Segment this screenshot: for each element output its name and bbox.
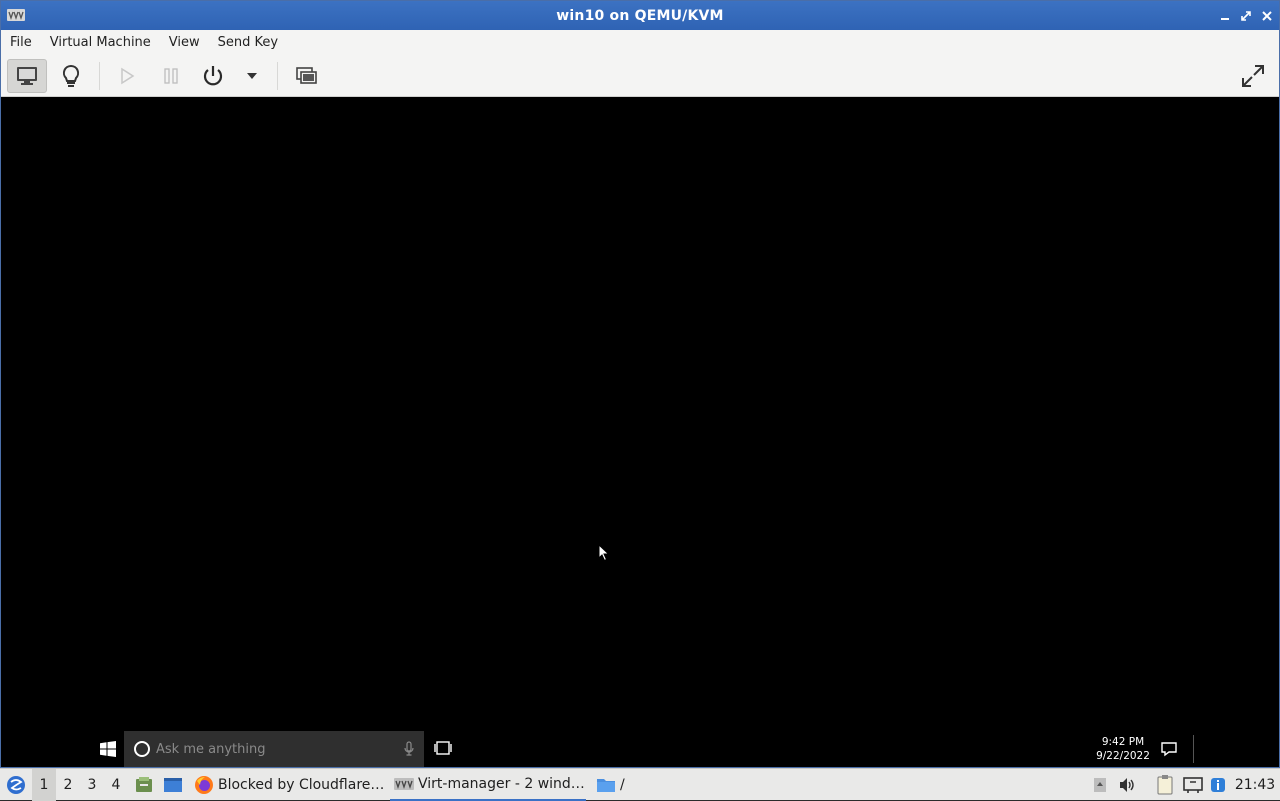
host-panel: 1 2 3 4 Blocked by Cloudflare… Virt-mana…: [0, 768, 1280, 801]
show-desktop-divider[interactable]: [1193, 735, 1194, 763]
console-icon: [17, 67, 37, 85]
app-menu-icon: [7, 776, 25, 794]
firefox-icon: [195, 776, 213, 794]
workspace-1[interactable]: 1: [32, 769, 56, 801]
updates-button[interactable]: [1208, 769, 1228, 801]
pause-button[interactable]: [151, 59, 191, 93]
windows-logo-icon: [100, 741, 116, 757]
network-button[interactable]: [1182, 769, 1204, 801]
guest-time: 9:42 PM: [1101, 736, 1145, 748]
virt-manager-icon: [7, 9, 25, 21]
run-button[interactable]: [107, 59, 147, 93]
file-manager-icon: [136, 777, 152, 792]
cortana-icon: [134, 741, 150, 757]
info-icon: [1211, 778, 1225, 792]
menu-virtual-machine[interactable]: Virtual Machine: [41, 30, 160, 56]
task-folder[interactable]: /: [592, 769, 632, 801]
fullscreen-icon: [1242, 65, 1264, 87]
tray-item-1[interactable]: [1090, 769, 1110, 801]
task-virt-manager[interactable]: Virt-manager - 2 wind…: [390, 769, 586, 801]
power-menu-button[interactable]: [233, 59, 271, 93]
guest-taskbar: Ask me anything 9:42 PM 9/22/2022: [2, 731, 1278, 767]
file-manager-launcher[interactable]: [134, 769, 154, 801]
menu-file[interactable]: File: [1, 30, 41, 56]
task-label: Virt-manager - 2 wind…: [418, 776, 585, 792]
guest-search-placeholder: Ask me anything: [156, 741, 266, 757]
maximize-icon: [1240, 10, 1251, 21]
app-menu-button[interactable]: [4, 769, 28, 801]
desktop-icon: [164, 778, 182, 792]
network-icon: [1183, 777, 1203, 793]
workspace-4[interactable]: 4: [104, 769, 128, 801]
toolbar: [1, 56, 1279, 97]
guest-date: 9/22/2022: [1096, 750, 1150, 762]
power-button[interactable]: [193, 59, 233, 93]
minimize-button[interactable]: [1216, 7, 1233, 24]
menu-send-key[interactable]: Send Key: [209, 30, 287, 56]
action-center-icon[interactable]: [1160, 741, 1178, 757]
virt-manager-icon: [394, 778, 414, 790]
play-icon: [121, 67, 135, 85]
chevron-down-icon: [247, 73, 257, 79]
close-button[interactable]: [1258, 7, 1275, 24]
task-firefox[interactable]: Blocked by Cloudflare…: [190, 769, 386, 801]
clipboard-button[interactable]: [1154, 769, 1176, 801]
minimize-icon: [1220, 17, 1229, 20]
pause-icon: [164, 68, 178, 84]
details-button[interactable]: [51, 59, 91, 93]
titlebar[interactable]: win10 on QEMU/KVM: [1, 1, 1279, 30]
desktop-launcher[interactable]: [162, 769, 184, 801]
guest-clock[interactable]: 9:42 PM 9/22/2022: [1092, 735, 1154, 763]
lightbulb-icon: [62, 64, 80, 87]
snapshots-button[interactable]: [287, 59, 327, 93]
close-icon: [1261, 10, 1272, 21]
menu-view[interactable]: View: [160, 30, 209, 56]
workspace-2[interactable]: 2: [56, 769, 80, 801]
clipboard-icon: [1157, 775, 1173, 795]
workspace-3[interactable]: 3: [80, 769, 104, 801]
mouse-cursor-icon: [598, 544, 610, 562]
folder-icon: [597, 779, 615, 792]
microphone-icon[interactable]: [404, 741, 414, 757]
tray-up-icon: [1094, 778, 1106, 792]
fullscreen-button[interactable]: [1233, 59, 1273, 93]
windows-start-button[interactable]: [92, 731, 124, 767]
console-button[interactable]: [7, 59, 47, 93]
task-label: /: [620, 777, 625, 793]
power-icon: [203, 66, 223, 86]
vm-window: win10 on QEMU/KVM File Virtual Machine V…: [0, 0, 1280, 768]
window-title: win10 on QEMU/KVM: [556, 7, 724, 24]
panel-clock[interactable]: 21:43: [1234, 769, 1276, 801]
guest-search-box[interactable]: Ask me anything: [124, 731, 424, 767]
menubar: File Virtual Machine View Send Key: [1, 30, 1279, 56]
task-view-icon[interactable]: [434, 741, 452, 755]
vm-console[interactable]: Ask me anything 9:42 PM 9/22/2022: [2, 98, 1278, 767]
volume-button[interactable]: [1116, 769, 1138, 801]
volume-icon: [1120, 778, 1134, 792]
snapshots-icon: [296, 67, 317, 84]
maximize-button[interactable]: [1237, 7, 1254, 24]
task-label: Blocked by Cloudflare…: [218, 777, 385, 793]
